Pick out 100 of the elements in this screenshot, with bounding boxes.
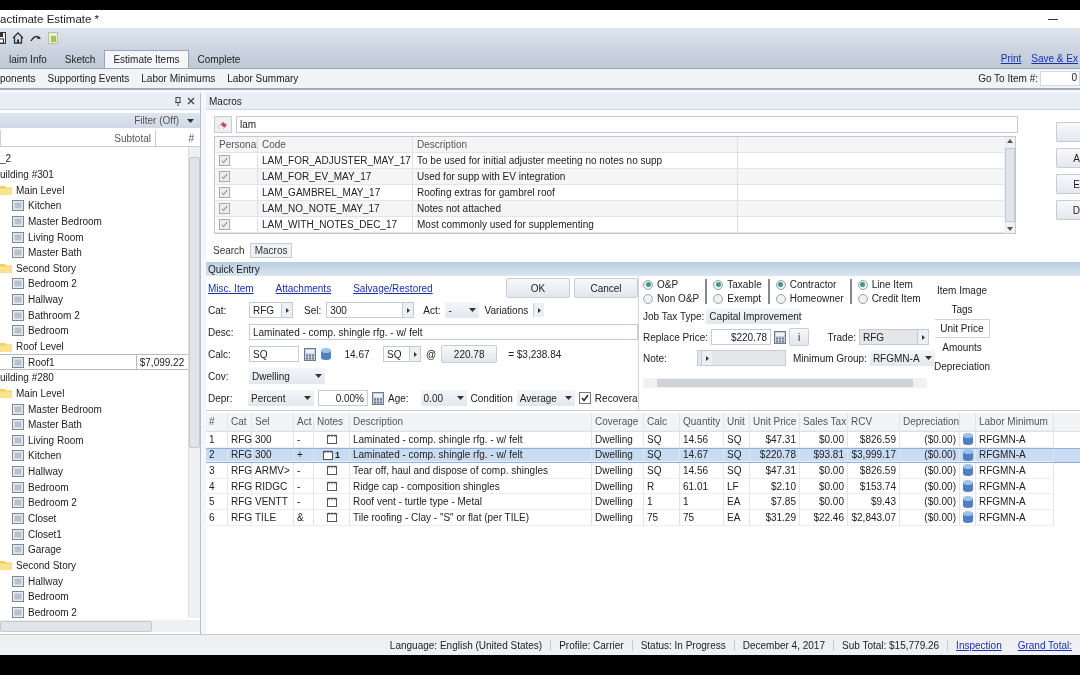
tree-row[interactable]: Second Story bbox=[0, 557, 188, 574]
combo-button[interactable] bbox=[402, 303, 414, 317]
checkbox[interactable] bbox=[219, 155, 230, 166]
tree-row[interactable]: Bedroom 2 bbox=[0, 495, 188, 511]
calc-field[interactable]: SQ bbox=[249, 346, 299, 362]
tree-row[interactable]: Master Bath bbox=[0, 244, 188, 261]
scrollbar[interactable] bbox=[188, 147, 200, 618]
tab[interactable]: Complete bbox=[188, 50, 250, 68]
radio-option[interactable]: Taxable bbox=[713, 279, 762, 290]
tree-row[interactable]: Living Room bbox=[0, 229, 188, 245]
tab[interactable]: Tags bbox=[935, 300, 989, 319]
radio-option[interactable]: Exempt bbox=[713, 293, 762, 304]
link[interactable]: Attachments bbox=[275, 282, 332, 294]
combo-field[interactable]: RFG bbox=[859, 329, 929, 345]
percent-field[interactable]: 0.00% bbox=[318, 390, 368, 406]
combo-button[interactable] bbox=[409, 347, 420, 361]
column-header[interactable]: RCV bbox=[848, 413, 900, 431]
note-icon[interactable] bbox=[326, 481, 337, 492]
side-button[interactable]: E bbox=[1056, 174, 1080, 194]
tree-row[interactable]: Bedroom bbox=[0, 323, 188, 339]
tab[interactable]: Amounts bbox=[935, 338, 989, 357]
scrollbar[interactable] bbox=[643, 378, 927, 388]
arrow-up-icon[interactable] bbox=[1006, 139, 1013, 143]
column-header[interactable]: Coverage bbox=[592, 413, 644, 431]
tree-row[interactable]: Main Level bbox=[0, 385, 188, 402]
combo-field[interactable] bbox=[697, 350, 786, 366]
table-row[interactable]: 4 RFG RIDGC - Ridge cap - composition shingles Dwelling R 61.01 LF $2.10 $0.00 $153.74 ($0.00) RFGMN-A bbox=[206, 478, 1080, 495]
tree-row[interactable]: Master Bedroom bbox=[0, 213, 188, 230]
note-icon[interactable] bbox=[326, 465, 337, 476]
tab[interactable]: Item Image bbox=[935, 281, 989, 300]
checkbox[interactable] bbox=[219, 203, 230, 214]
eraser-icon[interactable] bbox=[214, 116, 232, 133]
status-link[interactable]: Inspection bbox=[948, 639, 1010, 651]
arrow-down-icon[interactable] bbox=[1006, 227, 1013, 231]
link[interactable]: Salvage/Restored bbox=[353, 282, 433, 294]
dropdown[interactable]: 0.00 bbox=[420, 390, 467, 406]
tree-row[interactable]: Roof1 $7,099.22 bbox=[0, 354, 188, 370]
item-number-field[interactable]: 0 bbox=[1040, 71, 1080, 86]
column-header[interactable]: Quantity bbox=[680, 413, 724, 431]
scrollbar[interactable] bbox=[0, 620, 200, 632]
note-icon[interactable] bbox=[326, 496, 337, 507]
calculator-icon[interactable] bbox=[304, 347, 316, 361]
tab[interactable]: Macros bbox=[249, 243, 293, 258]
tree-row[interactable]: Hallway bbox=[0, 573, 188, 589]
sub-tab[interactable]: Labor Minimums bbox=[141, 73, 216, 84]
tree-row[interactable]: Kitchen bbox=[0, 197, 188, 214]
ok-button[interactable]: OK bbox=[506, 278, 570, 298]
status-link[interactable]: Grand Total: bbox=[1009, 639, 1080, 651]
column-header[interactable]: Sel bbox=[252, 413, 294, 431]
column-header[interactable]: Sales Tax bbox=[800, 413, 848, 431]
tree-row[interactable]: Hallway bbox=[0, 463, 188, 480]
info-button[interactable]: i bbox=[789, 328, 810, 346]
table-row[interactable]: 1 RFG 300 - Laminated - comp. shingle rfg. - w/ felt Dwelling SQ 14.56 SQ $47.31 $0.00 $826.59 ($0.00) RFGMN-A bbox=[206, 432, 1080, 448]
tab[interactable]: laim Info bbox=[0, 50, 56, 68]
pin-icon[interactable] bbox=[175, 96, 181, 106]
column-header[interactable]: Calc bbox=[644, 413, 680, 431]
combo-field[interactable]: RFG bbox=[249, 302, 293, 318]
checkbox[interactable] bbox=[578, 392, 591, 404]
calculator-icon[interactable] bbox=[774, 330, 787, 344]
tab[interactable]: Depreciation bbox=[935, 357, 989, 376]
tree-row[interactable]: _2 bbox=[0, 151, 188, 167]
tree-row[interactable]: Second Story bbox=[0, 260, 188, 277]
description-field[interactable]: Laminated - comp. shingle rfg. - w/ felt bbox=[249, 324, 638, 340]
tree-row[interactable]: Main Level bbox=[0, 182, 188, 198]
sub-tab[interactable]: Supporting Events bbox=[47, 73, 130, 84]
combo-button[interactable] bbox=[533, 303, 545, 317]
combo-field[interactable]: 300 bbox=[326, 302, 415, 318]
radio-option[interactable]: Non O&P bbox=[643, 293, 700, 304]
column-header[interactable]: Labor Minimum bbox=[976, 413, 1054, 431]
column-header[interactable]: Depreciation bbox=[900, 413, 960, 431]
column-header[interactable]: Notes bbox=[314, 413, 350, 431]
tree-row[interactable]: Bedroom 2 bbox=[0, 276, 188, 292]
radio-option[interactable]: Contractor bbox=[775, 279, 844, 290]
radio-option[interactable]: O&P bbox=[643, 279, 700, 290]
checkbox[interactable] bbox=[219, 171, 230, 182]
checkbox[interactable] bbox=[219, 219, 230, 230]
tree-row[interactable]: Master Bath bbox=[0, 416, 188, 433]
column-header[interactable]: # bbox=[206, 413, 228, 431]
tree-row[interactable]: Living Room bbox=[0, 432, 188, 449]
radio-option[interactable]: Homeowner bbox=[775, 293, 844, 304]
close-icon[interactable] bbox=[187, 97, 195, 105]
combo-button[interactable] bbox=[281, 303, 292, 317]
column-header[interactable]: Unit Price bbox=[750, 413, 800, 431]
link[interactable]: Save & Ex bbox=[1031, 53, 1078, 64]
tree-row[interactable]: uilding #301 bbox=[0, 166, 188, 183]
tree-row[interactable]: Closet bbox=[0, 510, 188, 527]
tree-row[interactable]: Garage bbox=[0, 542, 188, 558]
scrollbar[interactable] bbox=[1004, 137, 1015, 233]
radio-option[interactable]: Credit Item bbox=[857, 293, 921, 304]
unit-combo[interactable]: SQ bbox=[383, 346, 421, 362]
radio-option[interactable]: Line Item bbox=[857, 279, 921, 290]
tab[interactable]: Sketch bbox=[55, 50, 105, 68]
dropdown[interactable]: - bbox=[445, 302, 480, 318]
table-row[interactable]: 5 RFG VENTT - Roof vent - turtle type - Metal Dwelling 1 1 EA $7.85 $0.00 $9.43 ($0.00) RFGMN-A bbox=[206, 494, 1080, 510]
table-row[interactable]: 6 RFG TILE & Tile roofing - Clay - "S" or flat (per TILE) Dwelling 75 75 EA $31.29 $22.46 $2,843.07 ($0.00) RFGMN-A bbox=[206, 509, 1080, 526]
tree-row[interactable]: Closet1 bbox=[0, 526, 188, 542]
cancel-button[interactable]: Cancel bbox=[574, 278, 638, 298]
note-icon[interactable] bbox=[326, 512, 337, 523]
tree-row[interactable]: Bedroom bbox=[0, 588, 188, 605]
undo-icon[interactable] bbox=[30, 34, 42, 42]
